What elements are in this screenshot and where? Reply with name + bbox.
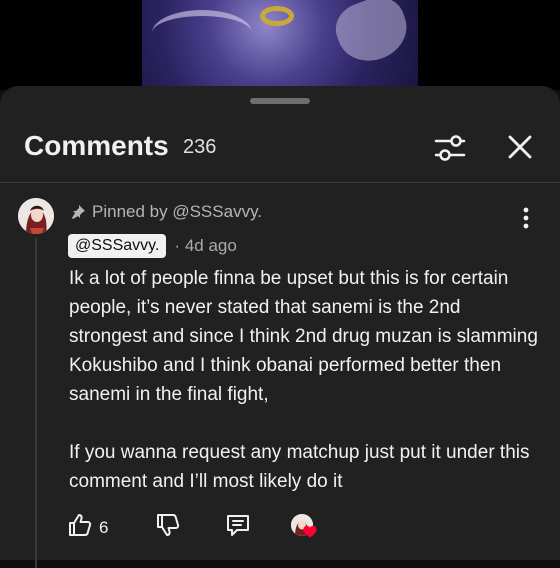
thumbs-up-icon xyxy=(67,512,93,543)
author-badge[interactable]: @SSSavvy. xyxy=(68,234,167,258)
video-frame-detail xyxy=(328,0,416,71)
drag-handle[interactable] xyxy=(250,98,310,104)
video-player[interactable] xyxy=(0,0,560,90)
comments-sheet: Comments 236 Pinned by @SSSavvy. @SSSavv… xyxy=(0,86,560,568)
comment-paragraph: Ik a lot of people finna be upset but th… xyxy=(69,268,538,405)
dislike-button[interactable] xyxy=(155,512,181,543)
comments-title: Comments xyxy=(24,130,169,161)
reply-button[interactable] xyxy=(225,512,251,543)
creator-heart-icon xyxy=(303,525,317,543)
video-frame xyxy=(142,0,418,86)
comments-count: 236 xyxy=(183,136,217,158)
creator-heart-badge xyxy=(291,514,317,540)
thumbs-down-icon xyxy=(155,512,181,543)
like-count: 6 xyxy=(99,517,109,537)
comment-actions: 6 xyxy=(67,512,251,543)
reply-comment-icon xyxy=(225,512,251,543)
pinned-text: Pinned by @SSSavvy. xyxy=(92,202,263,221)
video-frame-detail xyxy=(152,10,252,56)
thread-line xyxy=(35,238,37,568)
avatar[interactable] xyxy=(18,198,54,234)
comment-timestamp: · 4d ago xyxy=(174,236,237,255)
more-vertical-icon[interactable] xyxy=(518,204,534,232)
comment-meta: @SSSavvy. · 4d ago xyxy=(68,234,237,258)
comment-paragraph: If you wanna request any matchup just pu… xyxy=(69,442,530,492)
close-icon[interactable] xyxy=(503,130,537,164)
pin-icon xyxy=(70,204,86,220)
comment-body: Ik a lot of people finna be upset but th… xyxy=(69,264,539,496)
video-frame-detail xyxy=(260,6,294,26)
pinned-label: Pinned by @SSSavvy. xyxy=(70,202,262,222)
header-divider xyxy=(0,182,560,183)
comment-time: 4d ago xyxy=(184,236,237,255)
filter-sliders-icon[interactable] xyxy=(432,130,468,166)
like-button[interactable]: 6 xyxy=(67,512,108,543)
